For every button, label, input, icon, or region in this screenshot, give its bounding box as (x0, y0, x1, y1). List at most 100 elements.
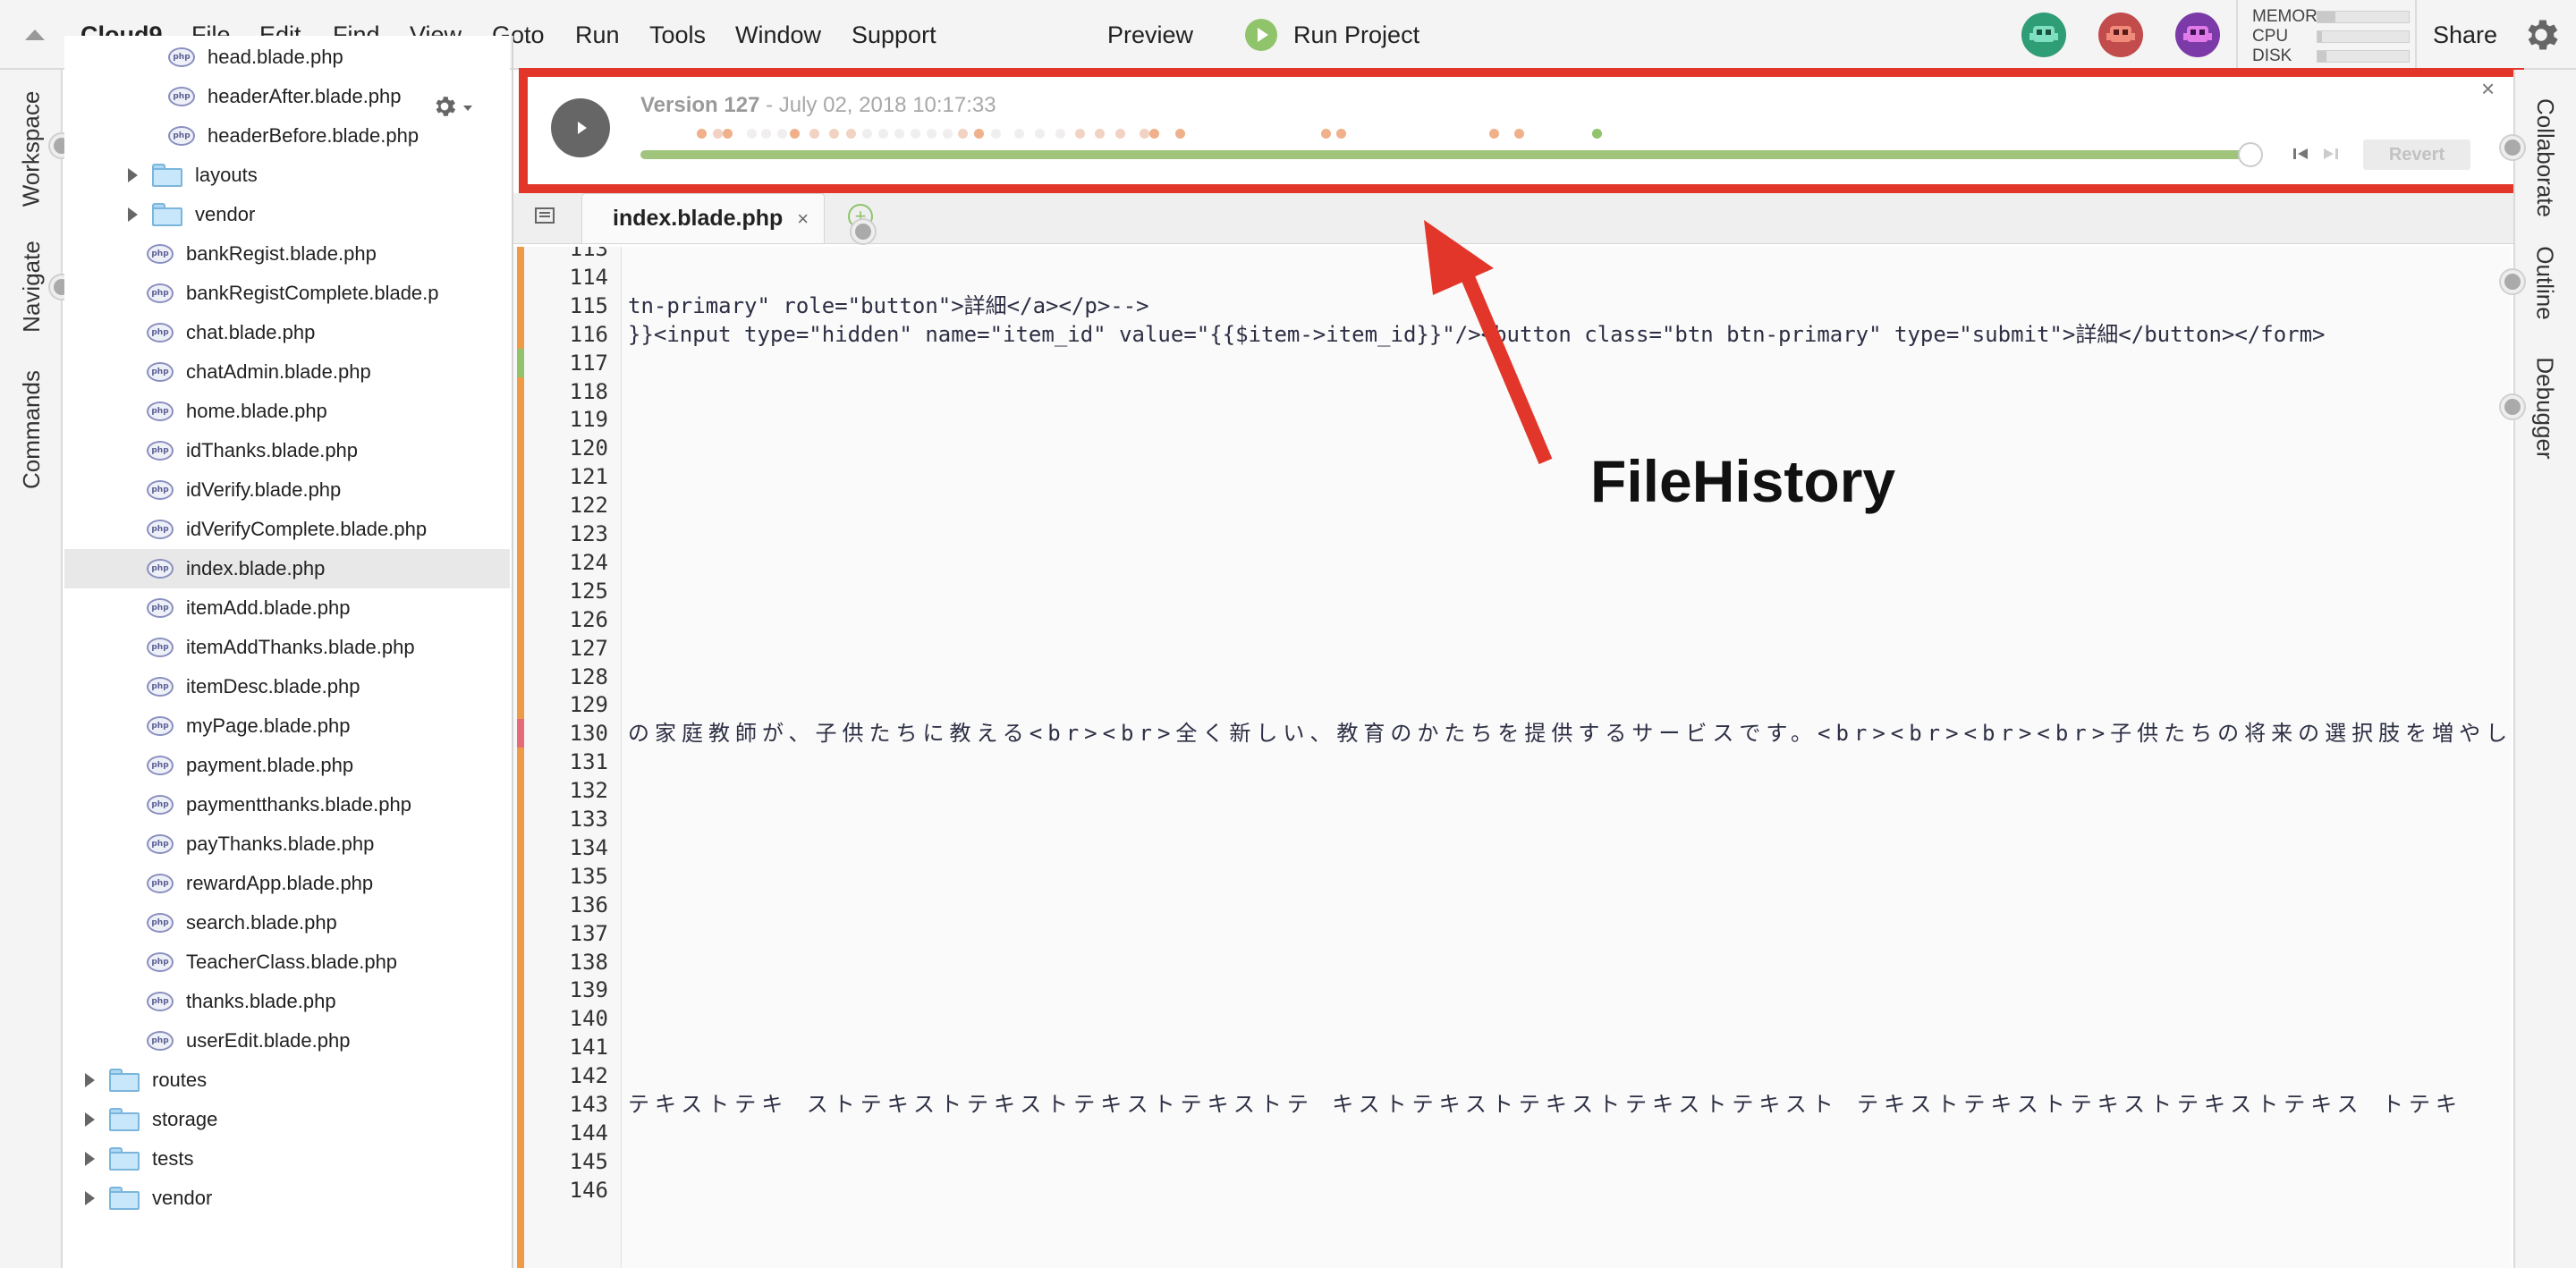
revision-dot[interactable] (973, 129, 984, 139)
tree-file-row[interactable]: php idThanks.blade.php (64, 431, 510, 470)
tree-file-row[interactable]: php chat.blade.php (64, 313, 510, 352)
run-project-button[interactable]: Run Project (1245, 0, 1419, 70)
revision-dot[interactable] (809, 129, 819, 139)
tree-folder-row[interactable]: routes (64, 1061, 510, 1100)
tree-file-row[interactable]: php payment.blade.php (64, 746, 510, 785)
tree-file-row[interactable]: php chatAdmin.blade.php (64, 352, 510, 392)
revision-dot[interactable] (911, 129, 921, 139)
revision-dot[interactable] (1075, 129, 1085, 139)
panel-resize-handle[interactable] (2501, 136, 2524, 159)
collapse-up-icon[interactable] (25, 0, 45, 70)
revision-dot[interactable] (1174, 129, 1185, 139)
tree-file-row[interactable]: php bankRegist.blade.php (64, 234, 510, 274)
revision-dot[interactable] (1148, 129, 1159, 139)
revision-dot[interactable] (1013, 129, 1024, 139)
tree-folder-row[interactable]: tests (64, 1139, 510, 1179)
revision-dot[interactable] (790, 129, 801, 139)
tree-file-row[interactable]: php search.blade.php (64, 903, 510, 943)
revision-dot[interactable] (927, 129, 937, 139)
avatar[interactable] (2021, 13, 2066, 57)
revert-button[interactable]: Revert (2363, 139, 2470, 170)
tree-file-row[interactable]: php itemDesc.blade.php (64, 667, 510, 706)
panel-resize-handle[interactable] (2501, 395, 2524, 418)
history-timeline-slider[interactable] (640, 150, 2250, 159)
chevron-right-icon[interactable] (128, 168, 138, 182)
code-line[interactable]: テキストテキ ストテキストテキストテキストテキストテ キストテキストテキストテキ… (628, 1090, 2462, 1119)
tab-commands[interactable]: Commands (0, 367, 63, 492)
revision-dot[interactable] (1140, 129, 1149, 139)
editor-tab-index[interactable]: index.blade.php × (581, 193, 825, 243)
panel-resize-handle[interactable] (852, 220, 875, 243)
tree-settings-gear-icon[interactable] (431, 93, 458, 120)
revision-dot[interactable] (1321, 129, 1332, 139)
tree-file-row[interactable]: php index.blade.php (64, 549, 510, 588)
tree-file-row[interactable]: php TeacherClass.blade.php (64, 943, 510, 982)
preview-button[interactable]: Preview (1107, 0, 1193, 70)
revision-dot[interactable] (777, 129, 787, 139)
tab-close-icon[interactable]: × (797, 207, 809, 231)
revision-dot[interactable] (1335, 129, 1346, 139)
tree-file-row[interactable]: php rewardApp.blade.php (64, 864, 510, 903)
tree-folder-row[interactable]: vendor (64, 1179, 510, 1218)
tab-collaborate[interactable]: Collaborate (2513, 86, 2576, 229)
chevron-right-icon[interactable] (128, 207, 138, 222)
revision-dot[interactable] (894, 129, 905, 139)
panel-resize-handle[interactable] (2501, 270, 2524, 293)
code-line[interactable]: tn-primary" role="button">詳細</a></p>--> (628, 292, 1149, 320)
history-slider-thumb[interactable] (2238, 142, 2263, 167)
revision-dot[interactable] (1488, 129, 1499, 139)
revision-dot[interactable] (761, 129, 771, 139)
tab-menu-icon[interactable] (535, 207, 555, 224)
tree-file-row[interactable]: php paymentthanks.blade.php (64, 785, 510, 824)
chevron-right-icon[interactable] (85, 1112, 95, 1127)
revision-dot[interactable] (1591, 129, 1602, 139)
tree-folder-row[interactable]: layouts (64, 156, 510, 195)
menu-support[interactable]: Support (852, 0, 936, 70)
tree-file-row[interactable]: php headerBefore.blade.php (64, 116, 510, 156)
avatar[interactable] (2098, 13, 2143, 57)
tree-file-row[interactable]: php itemAddThanks.blade.php (64, 628, 510, 667)
revision-dot[interactable] (991, 129, 1002, 139)
revision-dot[interactable] (957, 129, 968, 139)
menu-run[interactable]: Run (575, 0, 620, 70)
history-prev-icon[interactable] (2292, 147, 2311, 165)
revision-dot[interactable] (1514, 129, 1525, 139)
revision-dot[interactable] (878, 129, 889, 139)
revision-dot[interactable] (846, 129, 857, 139)
revision-dot[interactable] (697, 129, 707, 139)
revision-dot[interactable] (943, 129, 953, 139)
chevron-right-icon[interactable] (85, 1152, 95, 1166)
revision-dot[interactable] (1035, 129, 1045, 139)
chevron-down-icon[interactable] (463, 106, 472, 111)
revision-dot[interactable] (1094, 129, 1105, 139)
chevron-right-icon[interactable] (85, 1073, 95, 1087)
history-play-button[interactable] (551, 98, 610, 157)
tree-file-row[interactable]: php home.blade.php (64, 392, 510, 431)
tree-file-row[interactable]: php bankRegistComplete.blade.p (64, 274, 510, 313)
tree-file-row[interactable]: php itemAdd.blade.php (64, 588, 510, 628)
revision-dot[interactable] (1115, 129, 1125, 139)
tree-file-row[interactable]: php idVerify.blade.php (64, 470, 510, 510)
revision-dot[interactable] (722, 129, 733, 139)
tree-file-row[interactable]: php myPage.blade.php (64, 706, 510, 746)
history-next-icon[interactable] (2320, 147, 2340, 165)
revision-dot[interactable] (1055, 129, 1066, 139)
revision-dot[interactable] (862, 129, 873, 139)
tree-file-row[interactable]: php head.blade.php (64, 38, 510, 77)
history-close-icon[interactable]: × (2481, 75, 2495, 103)
code-line[interactable]: の家庭教師が、子供たちに教える<br><br>全く新しい、教育のかたちを提供する… (628, 719, 2512, 748)
revision-dot[interactable] (746, 129, 757, 139)
menu-window[interactable]: Window (735, 0, 821, 70)
avatar[interactable] (2175, 13, 2220, 57)
tree-file-row[interactable]: php payThanks.blade.php (64, 824, 510, 864)
tree-file-row[interactable]: php thanks.blade.php (64, 982, 510, 1021)
settings-gear-icon[interactable] (2521, 0, 2562, 70)
tree-folder-row[interactable]: storage (64, 1100, 510, 1139)
share-button[interactable]: Share (2433, 0, 2497, 70)
revision-dot[interactable] (828, 129, 839, 139)
tree-file-row[interactable]: php idVerifyComplete.blade.php (64, 510, 510, 549)
menu-tools[interactable]: Tools (649, 0, 706, 70)
revision-dot[interactable] (713, 129, 723, 139)
chevron-right-icon[interactable] (85, 1191, 95, 1205)
tree-folder-row[interactable]: vendor (64, 195, 510, 234)
